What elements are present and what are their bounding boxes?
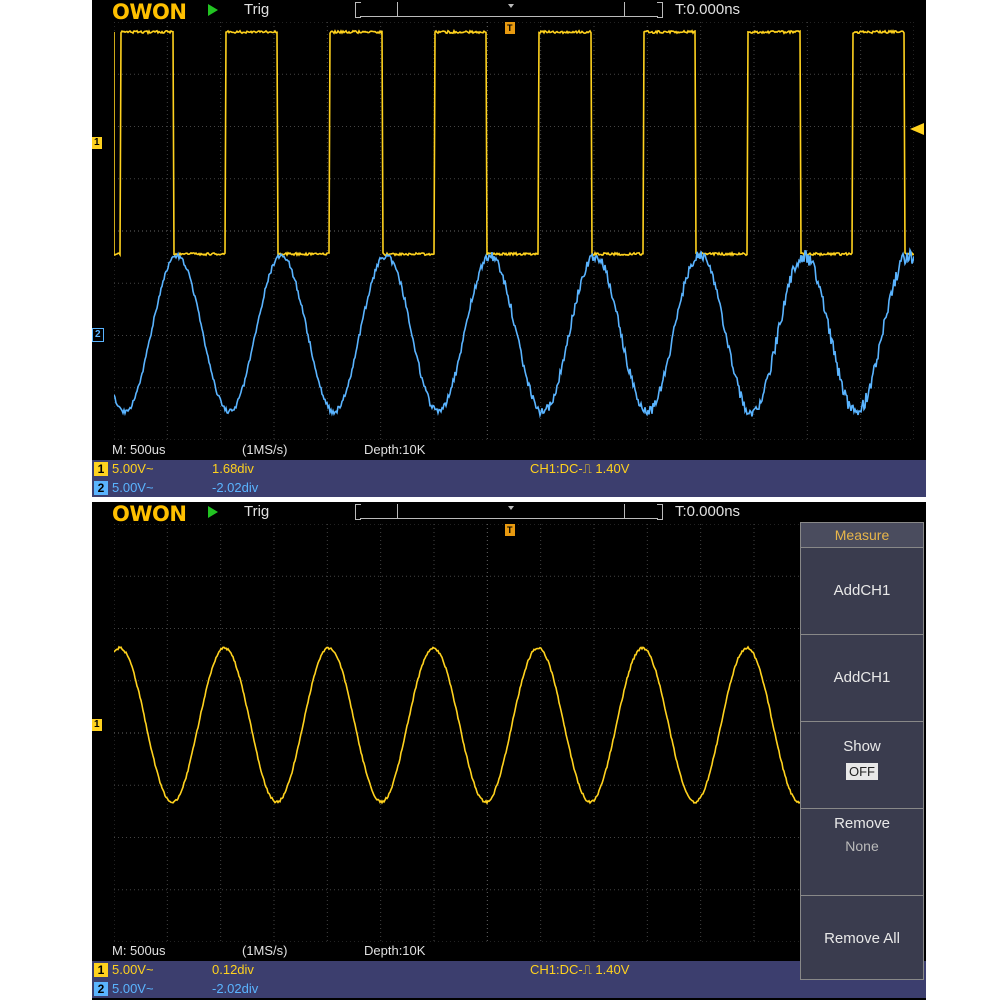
waveform-display [114,22,914,440]
sample-rate-readout: (1MS/s) [242,442,288,457]
timebase-readout: M: 500us [112,943,165,958]
ch2-badge[interactable]: 2 [94,982,108,996]
ch1-offset: 0.12div [212,962,254,977]
ch1-offset: 1.68div [212,461,254,476]
trigger-position-marker[interactable]: T [505,524,515,536]
depth-readout: Depth:10K [364,442,425,457]
ch2-sine-trace [114,250,914,416]
menu-item-label: Show [843,738,881,755]
trigger-state: Trig [244,503,269,520]
ch1-scale: 5.00V~ [112,962,154,977]
timebase-position-bar [355,2,663,17]
menu-add-ch1-button-2[interactable]: AddCH1 [801,635,923,722]
graticule [114,524,914,942]
graticule [114,22,914,440]
timebase-readout: M: 500us [112,442,165,457]
ch2-offset: -2.02div [212,480,258,495]
waveform-display [114,524,914,942]
ch2-level-marker[interactable]: 2 [92,328,104,342]
menu-remove-button[interactable]: Remove None [801,809,923,896]
trigger-level-marker[interactable] [910,123,924,135]
trigger-position-marker[interactable]: T [505,22,515,34]
run-state-icon [208,4,218,16]
depth-readout: Depth:10K [364,943,425,958]
status-bar: OWON Trig T:0.000ns [92,502,926,524]
run-state-icon [208,506,218,518]
channel-info-panel: 1 5.00V~ 1.68div CH1:DC-⎍ 1.40V 2 5.00V~… [92,460,926,497]
menu-item-label: Remove All [824,930,900,947]
menu-item-label: AddCH1 [834,582,891,599]
scope-screen-top: OWON Trig T:0.000ns 1 2 T M: 500us (1MS/… [92,0,926,497]
ch1-level-marker[interactable]: 1 [92,137,102,149]
brand-logo: OWON [112,0,186,24]
menu-title: Measure [801,523,923,548]
ch2-scale: 5.00V~ [112,480,154,495]
ch1-badge[interactable]: 1 [94,963,108,977]
ch2-offset: -2.02div [212,981,258,996]
ch1-square-trace [114,31,914,255]
brand-logo: OWON [112,502,186,526]
ch2-badge[interactable]: 2 [94,481,108,495]
ch2-scale: 5.00V~ [112,981,154,996]
measure-menu: Measure AddCH1 AddCH1 Show OFF Remove No… [800,522,924,980]
status-bar: OWON Trig T:0.000ns [92,0,926,22]
menu-remove-all-button[interactable]: Remove All [801,896,923,979]
trigger-info: CH1:DC-⎍ 1.40V [530,962,629,978]
trigger-state: Trig [244,1,269,18]
ch1-badge[interactable]: 1 [94,462,108,476]
menu-item-label: Remove [834,815,890,832]
trigger-delay: T:0.000ns [675,1,740,18]
menu-add-ch1-button[interactable]: AddCH1 [801,548,923,635]
timebase-position-bar [355,504,663,519]
show-state-value: OFF [846,763,878,780]
remove-value: None [801,838,923,854]
trigger-delay: T:0.000ns [675,503,740,520]
menu-show-toggle[interactable]: Show OFF [801,722,923,809]
sample-rate-readout: (1MS/s) [242,943,288,958]
trigger-info: CH1:DC-⎍ 1.40V [530,461,629,477]
ch1-scale: 5.00V~ [112,461,154,476]
ch1-level-marker[interactable]: 1 [92,719,102,731]
menu-item-label: AddCH1 [834,669,891,686]
